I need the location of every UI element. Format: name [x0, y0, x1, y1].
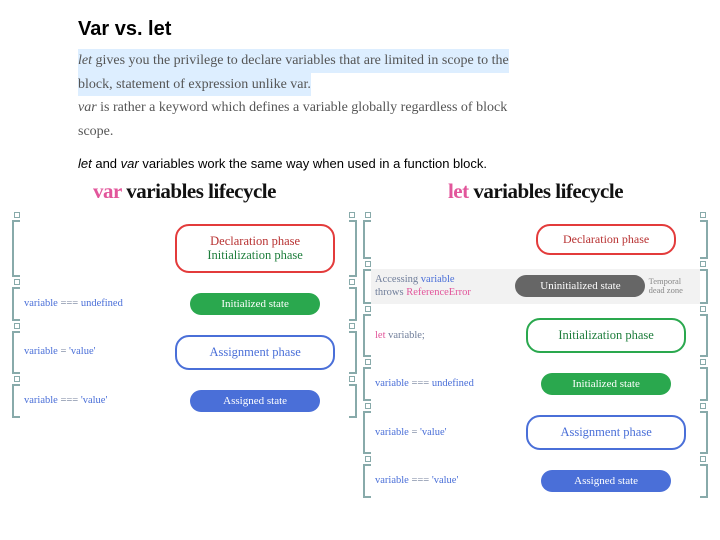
let-variable-decl-expr: let variable;: [375, 329, 516, 343]
bracket-left-icon: [363, 220, 371, 259]
intro-l1b: gives you the privilege to declare varia…: [92, 53, 509, 68]
var-initialized-state: Initialized state: [190, 293, 320, 315]
bracket-node-icon: [700, 212, 706, 218]
let-title-rest: variables lifecycle: [469, 179, 623, 203]
subnote-rest: variables work the same way when used in…: [139, 156, 487, 171]
let-declaration-phase: Declaration phase: [536, 224, 676, 255]
bracket-right-icon: [349, 331, 357, 374]
page-title: Var vs. let: [78, 18, 710, 41]
intro-let-kw: let: [78, 53, 92, 68]
bracket-left-icon: [363, 411, 371, 454]
bracket-node-icon: [14, 376, 20, 382]
let-lifecycle-title: let variables lifecycle: [448, 179, 623, 204]
var-decl-label: Declaration phase: [195, 234, 315, 248]
let-lifecycle-column: let variables lifecycle Declaration phas…: [363, 179, 708, 498]
bracket-node-icon: [349, 323, 355, 329]
var-assigned-state: Assigned state: [190, 390, 320, 412]
bracket-right-icon: [700, 411, 708, 454]
bracket-node-icon: [14, 212, 20, 218]
bracket-left-icon: [12, 220, 20, 277]
bracket-node-icon: [365, 359, 371, 365]
let-eq-value-expr: variable === 'value': [375, 474, 516, 488]
bracket-right-icon: [700, 464, 708, 498]
bracket-left-icon: [12, 384, 20, 418]
bracket-right-icon: [349, 384, 357, 418]
bracket-left-icon: [12, 331, 20, 374]
bracket-node-icon: [365, 261, 371, 267]
bracket-node-icon: [14, 323, 20, 329]
temporal-dead-zone-label: Temporal dead zone: [645, 277, 689, 296]
subnote: let and var variables work the same way …: [78, 156, 710, 171]
bracket-node-icon: [700, 261, 706, 267]
bracket-node-icon: [700, 359, 706, 365]
let-undefined-expr: variable === undefined: [375, 377, 516, 391]
var-assignment-phase: Assignment phase: [175, 335, 335, 370]
bracket-right-icon: [349, 220, 357, 277]
let-assign-expr: variable = 'value': [375, 426, 516, 440]
var-init-label: Initialization phase: [195, 248, 315, 262]
bracket-right-icon: [700, 367, 708, 401]
var-eq-value-expr: variable === 'value': [24, 394, 165, 408]
bracket-left-icon: [363, 367, 371, 401]
subnote-var: var: [121, 156, 139, 171]
subnote-and: and: [92, 156, 121, 171]
bracket-node-icon: [349, 279, 355, 285]
var-lifecycle-column: var variables lifecycle Declaration phas…: [12, 179, 357, 498]
intro-l3b: is rather a keyword which defines a vari…: [97, 100, 508, 115]
let-assigned-state: Assigned state: [541, 470, 671, 492]
bracket-left-icon: [363, 314, 371, 357]
let-uninitialized-state: Uninitialized state: [515, 275, 645, 297]
var-title-rest: variables lifecycle: [122, 179, 276, 203]
var-undefined-expr: variable === undefined: [24, 297, 165, 311]
var-title-kw: var: [93, 179, 121, 203]
bracket-right-icon: [700, 269, 708, 304]
intro-l2: block, statement of expression unlike va…: [78, 77, 311, 92]
let-initialized-state: Initialized state: [541, 373, 671, 395]
let-title-kw: let: [448, 179, 469, 203]
bracket-right-icon: [700, 314, 708, 357]
bracket-node-icon: [14, 279, 20, 285]
intro-var-kw: var: [78, 100, 97, 115]
bracket-node-icon: [700, 456, 706, 462]
bracket-node-icon: [365, 403, 371, 409]
bracket-left-icon: [363, 269, 371, 304]
bracket-right-icon: [700, 220, 708, 259]
bracket-right-icon: [349, 287, 357, 321]
bracket-node-icon: [349, 212, 355, 218]
bracket-node-icon: [349, 376, 355, 382]
intro-l4: scope.: [78, 124, 113, 139]
intro-text: let gives you the privilege to declare v…: [78, 49, 638, 144]
bracket-left-icon: [363, 464, 371, 498]
bracket-node-icon: [365, 212, 371, 218]
subnote-let: let: [78, 156, 92, 171]
let-access-throws: Accessing variable throws ReferenceError: [375, 273, 516, 300]
var-lifecycle-title: var variables lifecycle: [93, 179, 276, 204]
bracket-node-icon: [365, 456, 371, 462]
bracket-node-icon: [365, 306, 371, 312]
bracket-node-icon: [700, 403, 706, 409]
bracket-node-icon: [700, 306, 706, 312]
var-decl-init-phase: Declaration phase Initialization phase: [175, 224, 335, 273]
var-assign-expr: variable = 'value': [24, 345, 165, 359]
let-assignment-phase: Assignment phase: [526, 415, 686, 450]
let-initialization-phase: Initialization phase: [526, 318, 686, 353]
bracket-left-icon: [12, 287, 20, 321]
